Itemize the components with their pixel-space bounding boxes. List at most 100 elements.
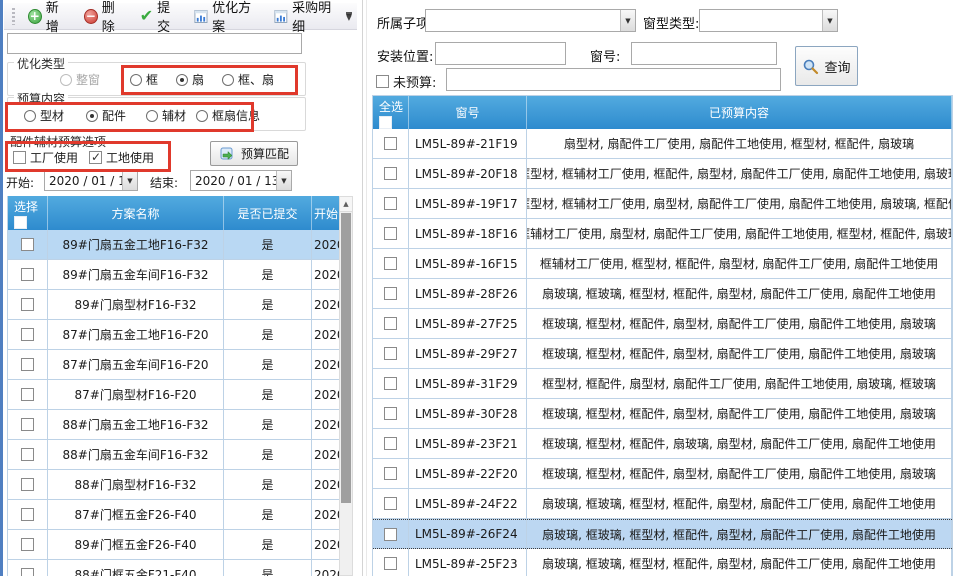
row-checkbox[interactable] — [21, 418, 34, 431]
window-table-row[interactable]: LM5L-89#-31F29框型材, 框配件, 扇型材, 扇配件工厂使用, 扇配… — [373, 369, 952, 399]
window-table-row[interactable]: LM5L-89#-18F16框辅材工厂使用, 扇型材, 扇配件工厂使用, 扇配件… — [373, 219, 952, 249]
row-select-cell[interactable] — [373, 219, 409, 248]
window-table-row[interactable]: LM5L-89#-16F15框辅材工厂使用, 框型材, 框配件, 扇型材, 扇配… — [373, 249, 952, 279]
radio-profile[interactable]: 型材 — [24, 107, 64, 124]
row-select-cell[interactable] — [8, 500, 48, 529]
row-select-cell[interactable] — [8, 410, 48, 439]
row-checkbox[interactable] — [21, 238, 34, 251]
row-checkbox[interactable] — [21, 298, 34, 311]
scrollbar-thumb[interactable] — [341, 213, 351, 503]
row-select-cell[interactable] — [373, 339, 409, 368]
chevron-down-icon[interactable]: ▼ — [620, 10, 635, 31]
row-select-cell[interactable] — [8, 260, 48, 289]
select-column-header[interactable]: 选择 — [8, 196, 48, 230]
window-table-row[interactable]: LM5L-89#-23F21框玻璃, 框型材, 框配件, 扇玻璃, 扇型材, 扇… — [373, 429, 952, 459]
row-select-cell[interactable] — [373, 189, 409, 218]
radio-sash[interactable]: 扇 — [176, 71, 204, 88]
row-select-cell[interactable] — [373, 369, 409, 398]
toolbar-grip[interactable] — [12, 8, 15, 25]
row-select-cell[interactable] — [373, 159, 409, 188]
plan-table-row[interactable]: 89#门扇型材F16-F32是2020/0 — [8, 290, 339, 320]
row-select-cell[interactable] — [8, 350, 48, 379]
select-all-checkbox[interactable] — [379, 116, 392, 129]
plan-table-row[interactable]: 87#门扇五金工地F16-F20是2020/0 — [8, 320, 339, 350]
row-checkbox[interactable] — [21, 448, 34, 461]
row-checkbox[interactable] — [384, 287, 397, 300]
row-checkbox[interactable] — [384, 227, 397, 240]
row-checkbox[interactable] — [21, 478, 34, 491]
row-checkbox[interactable] — [384, 197, 397, 210]
budget-match-button[interactable]: 预算匹配 — [210, 141, 298, 166]
plan-table-row[interactable]: 87#门扇五金车间F16-F20是2020/0 — [8, 350, 339, 380]
optimize-plan-button[interactable]: 优化方案 — [189, 0, 265, 37]
row-checkbox[interactable] — [384, 407, 397, 420]
row-select-cell[interactable] — [373, 279, 409, 308]
row-checkbox[interactable] — [21, 328, 34, 341]
window-table-row[interactable]: LM5L-89#-28F26扇玻璃, 框玻璃, 框型材, 框配件, 扇型材, 扇… — [373, 279, 952, 309]
plan-table-row[interactable]: 88#门框五金F21-F40是2020/0 — [8, 560, 339, 576]
factory-use-checkbox[interactable]: 工厂使用 — [13, 149, 78, 166]
row-select-cell[interactable] — [373, 549, 409, 576]
row-checkbox[interactable] — [21, 508, 34, 521]
radio-frame-sash[interactable]: 框、扇 — [222, 71, 274, 88]
row-select-cell[interactable] — [8, 470, 48, 499]
add-button[interactable]: + 新增 — [23, 0, 75, 37]
row-select-cell[interactable] — [373, 399, 409, 428]
row-checkbox[interactable] — [21, 538, 34, 551]
row-select-cell[interactable] — [8, 380, 48, 409]
plan-table-row[interactable]: 89#门扇五金车间F16-F32是2020/0 — [8, 260, 339, 290]
radio-frame-sash-info[interactable]: 框扇信息 — [196, 107, 260, 124]
row-checkbox[interactable] — [384, 437, 397, 450]
row-select-cell[interactable] — [373, 520, 409, 548]
window-table-row[interactable]: LM5L-89#-22F20框玻璃, 框型材, 框配件, 扇型材, 扇配件工厂使… — [373, 459, 952, 489]
row-checkbox[interactable] — [384, 317, 397, 330]
row-checkbox[interactable] — [384, 467, 397, 480]
row-select-cell[interactable] — [373, 249, 409, 278]
window-type-combo[interactable]: ▼ — [699, 9, 838, 32]
row-checkbox[interactable] — [384, 557, 397, 570]
row-select-cell[interactable] — [8, 560, 48, 576]
chevron-down-icon[interactable]: ▼ — [122, 171, 137, 190]
row-checkbox[interactable] — [21, 388, 34, 401]
plan-table-row[interactable]: 88#门扇五金车间F16-F32是2020/0 — [8, 440, 339, 470]
plan-table-row[interactable]: 88#门扇型材F16-F32是2020/0 — [8, 470, 339, 500]
radio-accessory[interactable]: 配件 — [86, 107, 126, 124]
not-budgeted-input[interactable] — [446, 68, 781, 91]
plan-name-column-header[interactable]: 方案名称 — [48, 196, 224, 230]
install-location-input[interactable] — [435, 42, 566, 65]
row-select-cell[interactable] — [373, 429, 409, 458]
window-no-column-header[interactable]: 窗号 — [409, 96, 527, 129]
select-all-checkbox[interactable] — [14, 216, 27, 229]
window-table-row[interactable]: LM5L-89#-24F22扇玻璃, 框玻璃, 框型材, 框配件, 扇型材, 扇… — [373, 489, 952, 519]
budgeted-content-column-header[interactable]: 已预算内容 — [527, 96, 952, 129]
site-use-checkbox[interactable]: 工地使用 — [89, 149, 154, 166]
row-checkbox[interactable] — [384, 137, 397, 150]
window-table-row[interactable]: LM5L-89#-20F18框型材, 框辅材工厂使用, 框配件, 扇型材, 扇配… — [373, 159, 952, 189]
start-column-header[interactable]: 开始 — [312, 196, 339, 230]
not-budgeted-checkbox[interactable]: 未预算: — [376, 72, 436, 91]
query-button[interactable]: 查询 — [795, 46, 858, 86]
plan-table-row[interactable]: 89#门扇五金工地F16-F32是2020/0 — [8, 230, 339, 260]
radio-auxiliary[interactable]: 辅材 — [146, 107, 186, 124]
window-no-input[interactable] — [631, 42, 777, 65]
plan-filter-input[interactable] — [7, 33, 302, 54]
window-table-row[interactable]: LM5L-89#-25F23扇玻璃, 框玻璃, 框型材, 框配件, 扇型材, 扇… — [373, 549, 952, 576]
plan-table-row[interactable]: 88#门扇五金工地F16-F32是2020/0 — [8, 410, 339, 440]
window-table-row[interactable]: LM5L-89#-26F24扇玻璃, 框玻璃, 框型材, 框配件, 扇型材, 扇… — [373, 519, 952, 549]
plan-table-row[interactable]: 87#门框五金F26-F40是2020/0 — [8, 500, 339, 530]
row-select-cell[interactable] — [8, 320, 48, 349]
radio-frame[interactable]: 框 — [130, 71, 158, 88]
end-date-picker[interactable]: 2020 / 01 / 13 ▼ — [190, 170, 292, 191]
row-checkbox[interactable] — [21, 568, 34, 576]
row-checkbox[interactable] — [384, 257, 397, 270]
window-table-row[interactable]: LM5L-89#-27F25框玻璃, 框型材, 框配件, 扇型材, 扇配件工厂使… — [373, 309, 952, 339]
row-checkbox[interactable] — [21, 358, 34, 371]
row-checkbox[interactable] — [384, 528, 397, 541]
row-checkbox[interactable] — [384, 497, 397, 510]
row-checkbox[interactable] — [21, 268, 34, 281]
sub-item-combo[interactable]: ▼ — [425, 9, 636, 32]
row-select-cell[interactable] — [8, 530, 48, 559]
row-select-cell[interactable] — [373, 309, 409, 338]
window-table-row[interactable]: LM5L-89#-19F17框型材, 框辅材工厂使用, 扇型材, 扇配件工厂使用… — [373, 189, 952, 219]
plan-table-scrollbar[interactable]: ▲ — [339, 196, 353, 576]
